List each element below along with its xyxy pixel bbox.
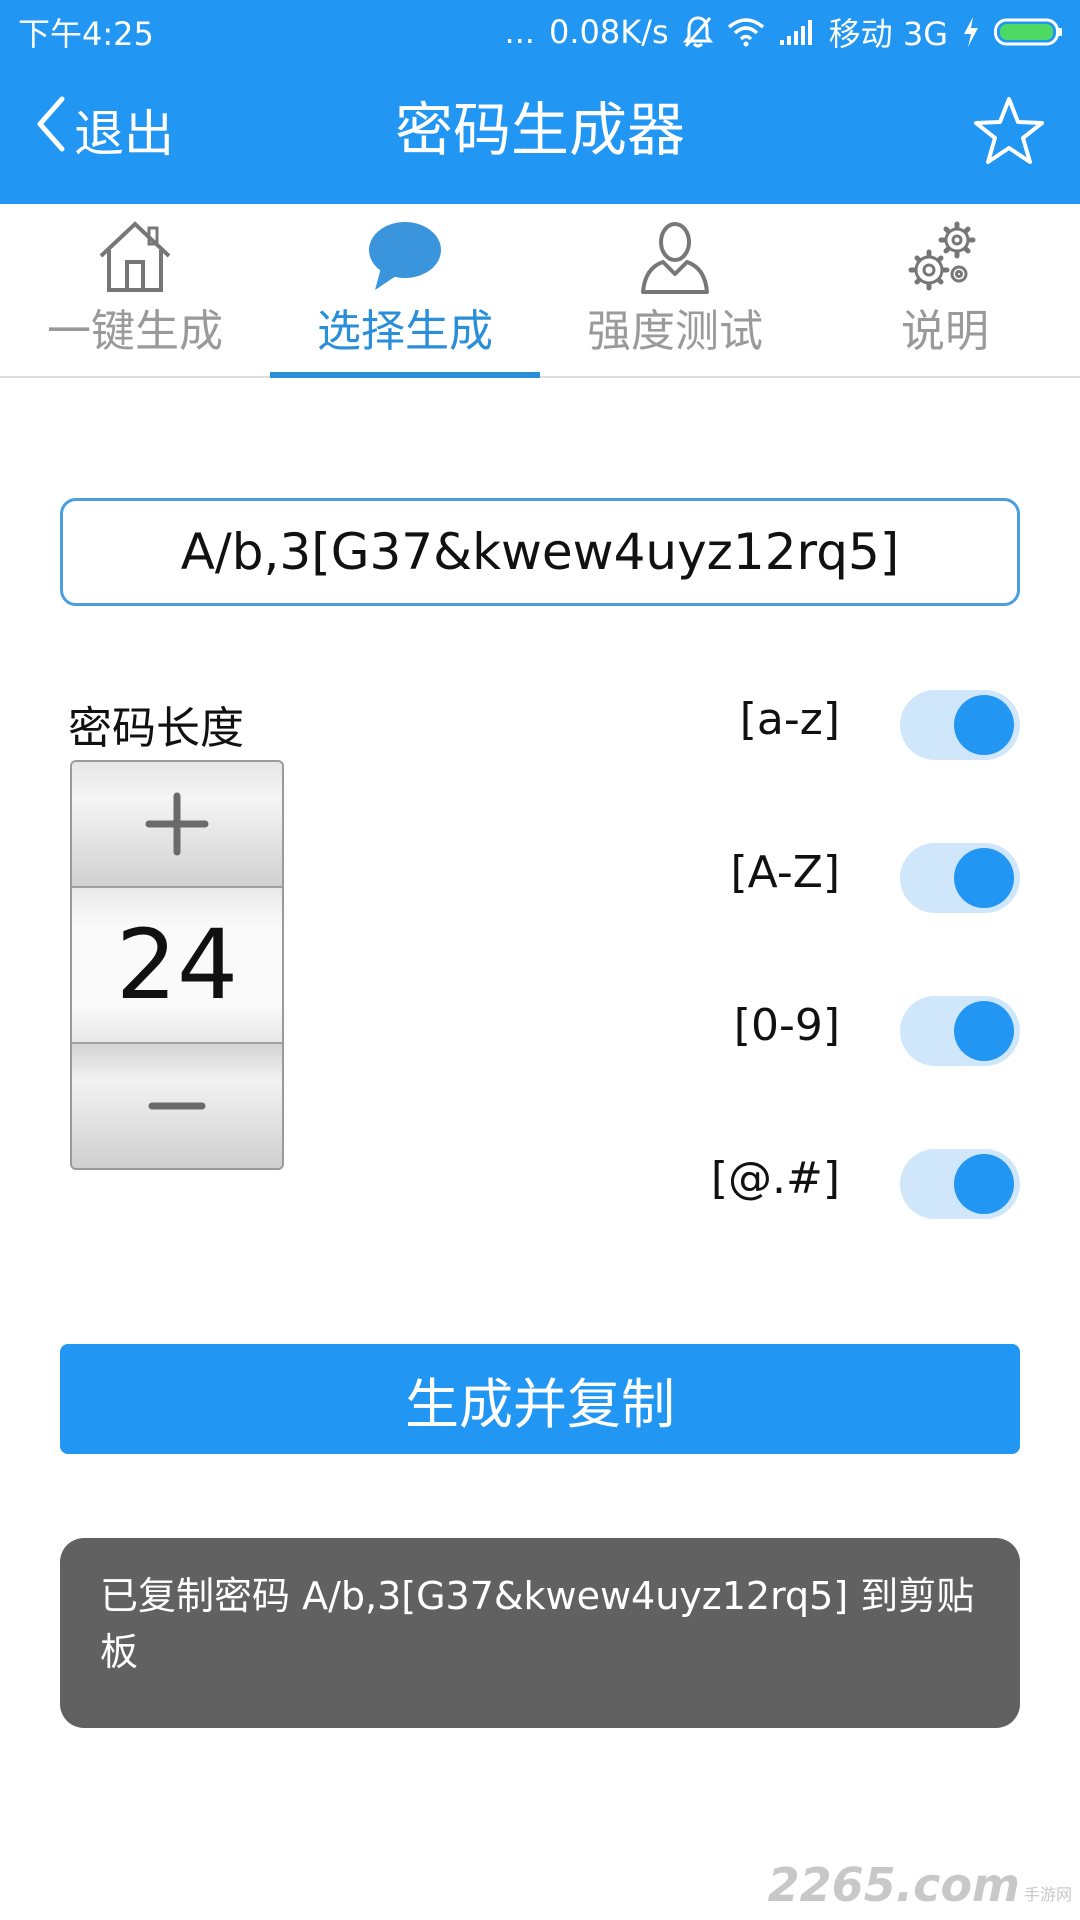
battery-icon <box>994 17 1064 47</box>
tab-label: 选择生成 <box>317 306 493 357</box>
watermark-logo: 2265.com <box>767 1858 1020 1912</box>
active-tab-indicator <box>270 372 540 378</box>
decrease-button[interactable] <box>72 1042 282 1168</box>
status-time: 下午4:25 <box>18 15 154 53</box>
status-dots: ... <box>504 13 535 51</box>
signal-icon <box>779 18 815 46</box>
user-icon <box>540 216 810 302</box>
toast-message: 已复制密码 A/b,3[G37&kwew4uyz12rq5] 到剪贴板 <box>100 1574 975 1674</box>
uppercase-toggle[interactable] <box>900 843 1020 913</box>
tab-help[interactable]: 说明 <box>810 204 1080 376</box>
option-symbols: [@.#] <box>620 1143 1020 1223</box>
length-value: 24 <box>72 888 282 1042</box>
option-lowercase: [a-z] <box>620 684 1020 764</box>
tab-label: 说明 <box>901 306 989 357</box>
home-icon <box>0 216 270 302</box>
copied-toast: 已复制密码 A/b,3[G37&kwew4uyz12rq5] 到剪贴板 <box>60 1538 1020 1728</box>
toggle-knob <box>954 695 1014 755</box>
favorite-button[interactable] <box>972 94 1046 168</box>
generate-copy-button[interactable]: 生成并复制 <box>60 1344 1020 1454</box>
toggle-knob <box>954 848 1014 908</box>
tab-bar: 一键生成 选择生成 强度测试 说明 <box>0 204 1080 378</box>
option-digits: [0-9] <box>620 990 1020 1070</box>
network-speed: 0.08K/s <box>548 13 669 51</box>
star-icon <box>974 97 1044 164</box>
symbols-toggle[interactable] <box>900 1149 1020 1219</box>
tab-select-generate[interactable]: 选择生成 <box>270 204 540 378</box>
option-label: [0-9] <box>733 1000 840 1051</box>
app-bar: 退出 密码生成器 <box>0 56 1080 204</box>
page-title: 密码生成器 <box>394 96 685 164</box>
toggle-knob <box>954 1154 1014 1214</box>
status-right: ... 0.08K/s 移动 3G <box>504 9 1064 55</box>
gear-icon <box>810 216 1080 302</box>
status-bar: 下午4:25 ... 0.08K/s 移动 3G <box>0 0 1080 56</box>
tab-label: 一键生成 <box>47 306 223 357</box>
length-label: 密码长度 <box>68 703 244 754</box>
tab-label: 强度测试 <box>587 306 763 357</box>
minus-icon <box>148 1102 206 1110</box>
increase-button[interactable] <box>72 762 282 888</box>
option-uppercase: [A-Z] <box>620 837 1020 917</box>
watermark-sub: 手游网 <box>1023 1885 1072 1904</box>
tab-strength-test[interactable]: 强度测试 <box>540 204 810 376</box>
digits-toggle[interactable] <box>900 996 1020 1066</box>
toggle-knob <box>954 1001 1014 1061</box>
plus-icon <box>145 792 209 856</box>
length-stepper: 24 <box>70 760 284 1170</box>
password-value: A/b,3[G37&kwew4uyz12rq5] <box>180 523 900 581</box>
tab-one-click[interactable]: 一键生成 <box>0 204 270 376</box>
wifi-icon <box>727 17 765 47</box>
password-output-field[interactable]: A/b,3[G37&kwew4uyz12rq5] <box>60 498 1020 606</box>
lowercase-toggle[interactable] <box>900 690 1020 760</box>
chat-bubble-icon <box>270 216 540 302</box>
charging-icon <box>962 16 980 48</box>
option-label: [@.#] <box>710 1153 840 1204</box>
option-label: [A-Z] <box>730 847 840 898</box>
site-watermark: 2265.com 手游网 <box>768 1858 1072 1912</box>
mute-bell-icon <box>682 15 713 49</box>
option-label: [a-z] <box>739 694 840 745</box>
carrier-label: 移动 3G <box>828 15 948 53</box>
